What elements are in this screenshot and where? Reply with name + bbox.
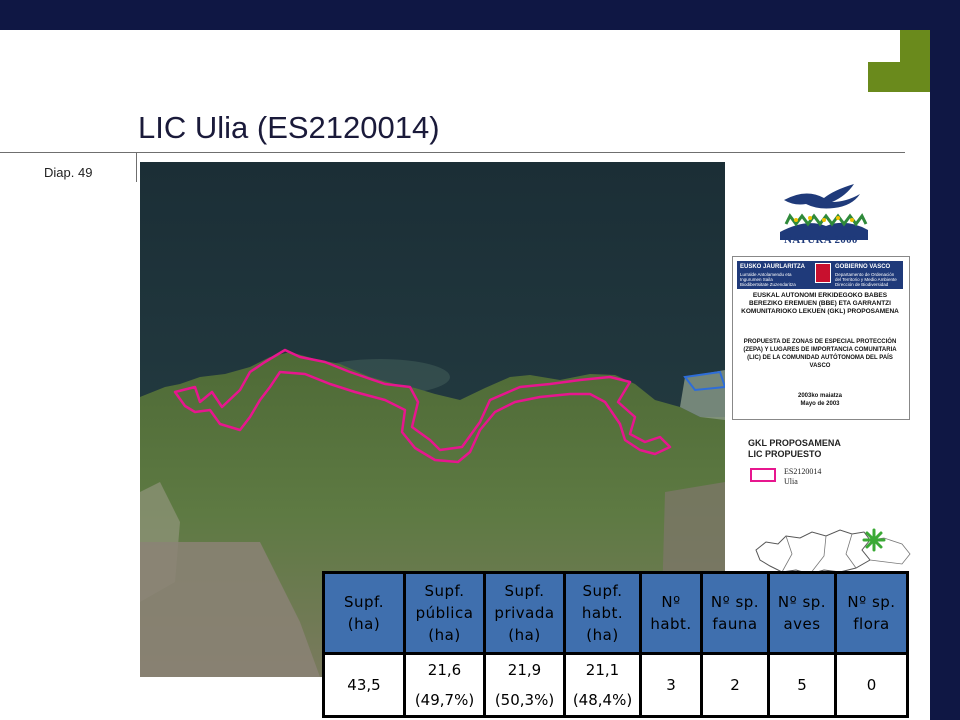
department-name-es: Departamento de Ordenación del Territori… (835, 272, 897, 287)
government-name-eu: EUSKO JAURLARITZA (740, 264, 806, 270)
slide-number: Diap. 49 (44, 165, 93, 180)
header-habitat-surface: Supf. habt. (ha) (566, 574, 642, 655)
table-header-row: Supf. (ha) Supf. pública (ha) Supf. priv… (325, 574, 906, 655)
value-surface: 43,5 (325, 655, 406, 715)
proposal-title-eu: EUSKAL AUTONOMI ERKIDEGOKO BABES BEREZIK… (741, 292, 899, 315)
value-bird-species: 5 (770, 655, 837, 715)
header-surface: Supf. (ha) (325, 574, 406, 655)
government-name-es: GOBIERNO VASCO (835, 264, 891, 270)
value-public-surface: 21,6 (49,7%) (406, 655, 486, 715)
slide-title: LIC Ulia (ES2120014) (138, 110, 440, 145)
header-fauna-species: Nº sp. fauna (703, 574, 770, 655)
legend-title: GKL PROPOSAMENA LIC PROPUESTO (748, 438, 841, 460)
value-flora-species: 0 (837, 655, 906, 715)
legend-title-es: LIC PROPUESTO (748, 449, 822, 459)
corner-accent-square (900, 62, 930, 92)
slide-number-divider (136, 152, 137, 182)
corner-accent-cutout (868, 30, 900, 62)
table-value-row: 43,5 21,6 (49,7%) 21,9 (50,3%) 21,1 (48,… (325, 655, 906, 715)
header-flora-species: Nº sp. flora (837, 574, 906, 655)
value-habitat-surface: 21,1 (48,4%) (566, 655, 642, 715)
site-data-table: Supf. (ha) Supf. pública (ha) Supf. priv… (322, 571, 909, 718)
legend-site-code: ES2120014 (784, 467, 822, 476)
department-name-eu: Lurralde Antolamendu eta Ingurumen Saila… (740, 272, 796, 287)
site-location-marker-icon (862, 528, 886, 552)
legend-site-name: Ulia (784, 477, 798, 486)
legend-title-eu: GKL PROPOSAMENA (748, 438, 841, 448)
right-bar (930, 0, 960, 720)
natura-2000-label: NATURA 2000 (784, 234, 858, 246)
header-private-surface: Supf. privada (ha) (486, 574, 566, 655)
proposal-date-eu: 2003ko maiatza (797, 393, 843, 399)
header-bird-species: Nº sp. aves (770, 574, 837, 655)
header-habitat-count: Nº habt. (642, 574, 703, 655)
legend-boundary-swatch (750, 468, 776, 482)
locator-map (755, 528, 911, 575)
value-fauna-species: 2 (703, 655, 770, 715)
proposal-date: 2003ko maiatza Mayo de 2003 (740, 392, 900, 408)
header-public-surface: Supf. pública (ha) (406, 574, 486, 655)
basque-crest-icon (815, 263, 831, 283)
top-bar (0, 0, 960, 30)
proposal-title-es: PROPUESTA DE ZONAS DE ESPECIAL PROTECCIÓ… (743, 339, 897, 369)
legend-site: ES2120014 Ulia (784, 467, 821, 487)
proposal-date-es: Mayo de 2003 (800, 401, 840, 407)
value-habitat-count: 3 (642, 655, 703, 715)
value-private-surface: 21,9 (50,3%) (486, 655, 566, 715)
